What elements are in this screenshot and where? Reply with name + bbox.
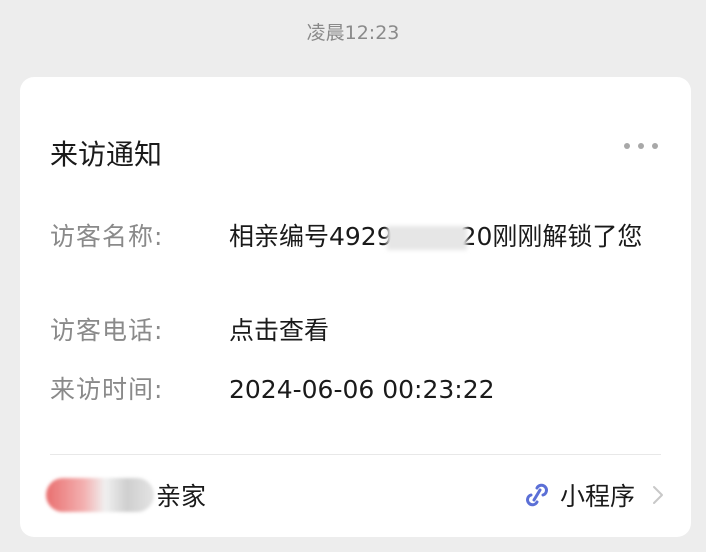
redacted-mask <box>386 226 467 250</box>
avatar <box>46 478 154 512</box>
more-icon[interactable] <box>624 139 658 153</box>
card-title: 来访通知 <box>50 138 163 171</box>
source-account[interactable]: 亲家 <box>46 477 206 513</box>
divider <box>50 454 661 455</box>
chevron-right-icon <box>653 486 663 504</box>
source-name: 亲家 <box>156 482 207 511</box>
visitor-name-suffix: 20刚刚解锁了您 <box>460 222 643 251</box>
more-dot <box>624 143 630 149</box>
link-icon <box>526 483 548 507</box>
mini-program-label: 小程序 <box>559 482 635 511</box>
visitor-phone-label: 访客电话: <box>50 316 164 345</box>
visitor-name-label: 访客名称: <box>50 222 164 251</box>
visit-time-label: 来访时间: <box>50 375 164 404</box>
visitor-notification-card[interactable]: 来访通知 访客名称: 相亲编号4929 20刚刚解锁了您 访客电话: 点击查看 来… <box>20 77 691 537</box>
visit-time-value: 2024-06-06 00:23:22 <box>229 375 495 404</box>
message-timestamp: 凌晨12:23 <box>306 22 400 44</box>
more-dot <box>638 143 644 149</box>
visitor-name-value: 相亲编号4929 20刚刚解锁了您 <box>229 219 669 255</box>
visitor-name-prefix: 相亲编号4929 <box>229 222 393 251</box>
visitor-phone-link[interactable]: 点击查看 <box>229 313 669 349</box>
mini-program-link[interactable]: 小程序 <box>522 477 665 513</box>
more-dot <box>652 143 658 149</box>
